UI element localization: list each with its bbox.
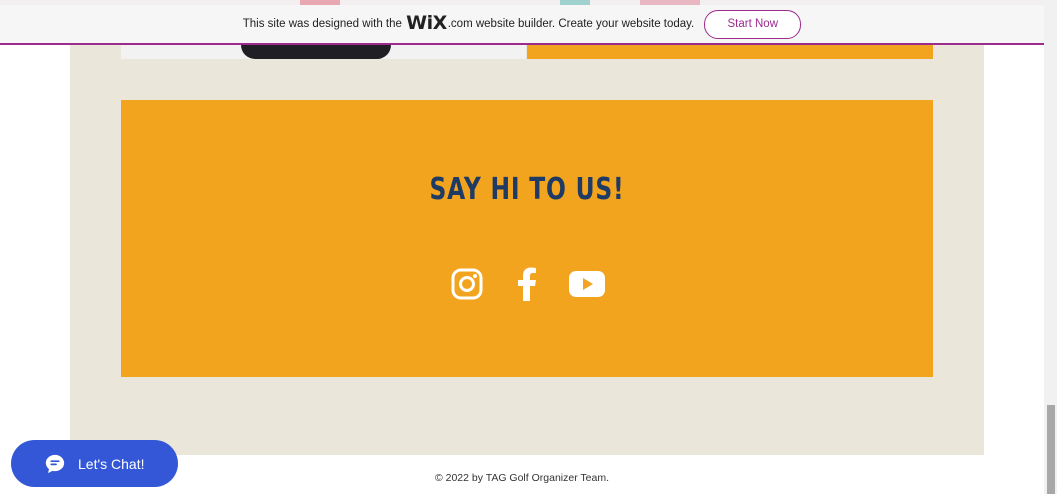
facebook-icon[interactable] bbox=[509, 266, 545, 302]
social-icons bbox=[121, 266, 933, 302]
say-hi-heading: SAY HI TO US! bbox=[429, 172, 625, 207]
footer-copyright: © 2022 by TAG Golf Organizer Team. bbox=[434, 472, 610, 484]
scrollbar-track[interactable] bbox=[1044, 0, 1057, 494]
instagram-icon[interactable] bbox=[449, 266, 485, 302]
start-now-button[interactable]: Start Now bbox=[704, 9, 802, 39]
chat-label: Let's Chat! bbox=[78, 455, 145, 472]
say-hi-section: SAY HI TO US! bbox=[121, 100, 933, 377]
banner-text-before: This site was designed with the bbox=[242, 18, 402, 30]
wix-logo[interactable]: WiX bbox=[406, 12, 447, 34]
youtube-icon[interactable] bbox=[569, 266, 605, 302]
wix-banner: This site was designed with the WiX .com… bbox=[0, 5, 1044, 45]
banner-text-after: .com website builder. Create your websit… bbox=[447, 18, 695, 30]
scrollbar-thumb[interactable] bbox=[1047, 405, 1055, 494]
image-left bbox=[121, 45, 526, 59]
image-right bbox=[527, 45, 933, 59]
